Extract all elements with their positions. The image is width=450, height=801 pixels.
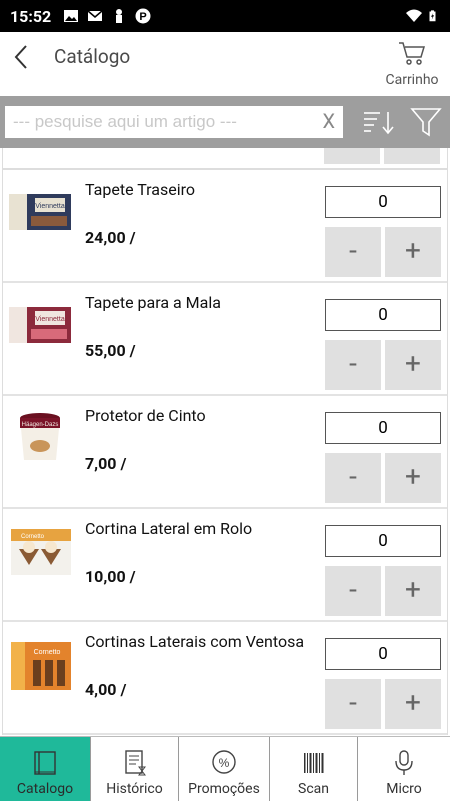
increase-button[interactable]: + — [385, 227, 441, 277]
nav-promocoes[interactable]: % Promoções — [179, 737, 270, 801]
svg-text:Cornetto: Cornetto — [21, 534, 45, 540]
search-input[interactable] — [5, 106, 305, 138]
nav-label: Micro — [386, 781, 422, 797]
product-price: 4,00 / — [85, 680, 127, 699]
svg-text:Cornetto: Cornetto — [34, 649, 61, 656]
sort-icon[interactable] — [362, 108, 396, 136]
quantity-field[interactable]: 0 — [325, 638, 441, 670]
nav-label: Histórico — [106, 781, 163, 797]
increase-button[interactable]: + — [385, 340, 441, 390]
svg-text:P: P — [140, 11, 147, 23]
svg-text:Viennetta: Viennetta — [35, 203, 65, 210]
product-name: Cortina Lateral em Rolo — [85, 519, 253, 538]
decrease-button[interactable]: - — [325, 340, 381, 390]
quantity-field[interactable]: 0 — [325, 412, 441, 444]
decrease-button[interactable]: - — [325, 566, 381, 616]
partial-list-item — [3, 148, 447, 170]
wifi-icon — [406, 9, 422, 22]
product-row[interactable]: Cornetto Cortina Lateral em Rolo 10,00 /… — [3, 509, 447, 622]
mail-icon — [87, 10, 103, 21]
product-row[interactable]: Häagen-Dazs Protetor de Cinto 7,00 / 0 -… — [3, 396, 447, 509]
nav-label: Scan — [298, 781, 329, 797]
cart-label: Carrinho — [385, 72, 439, 88]
product-name: Tapete para a Mala — [85, 293, 221, 312]
nav-micro[interactable]: Micro — [358, 737, 450, 801]
product-image: Cornetto — [11, 642, 71, 690]
product-name: Cortinas Laterais com Ventosa — [85, 632, 305, 651]
product-price: 10,00 / — [85, 567, 136, 586]
plus-button-partial[interactable] — [384, 148, 440, 164]
clear-search-button[interactable]: X — [322, 109, 335, 133]
increase-button[interactable]: + — [385, 566, 441, 616]
svg-text:%: % — [219, 756, 230, 770]
quantity-field[interactable]: 0 — [325, 299, 441, 331]
cart-icon — [399, 42, 426, 65]
svg-text:Viennetta: Viennetta — [35, 316, 65, 323]
product-price: 55,00 / — [85, 341, 136, 360]
increase-button[interactable]: + — [385, 453, 441, 503]
search-field: X — [5, 106, 343, 138]
decrease-button[interactable]: - — [325, 679, 381, 729]
nav-historico[interactable]: Histórico — [91, 737, 179, 801]
cart-button[interactable]: Carrinho — [382, 40, 442, 92]
status-bar: 15:52 P — [0, 0, 450, 32]
microphone-icon — [395, 750, 413, 775]
product-row[interactable]: Viennetta Tapete para a Mala 55,00 / 0 -… — [3, 283, 447, 396]
history-list-icon — [124, 750, 146, 776]
image-icon — [64, 10, 79, 22]
person-icon — [116, 9, 123, 23]
filter-icon[interactable] — [410, 106, 442, 138]
nav-catalogo[interactable]: Catalogo — [0, 737, 91, 801]
product-image: Viennetta — [9, 307, 71, 343]
svg-text:Häagen-Dazs: Häagen-Dazs — [22, 422, 59, 428]
nav-scan[interactable]: Scan — [270, 737, 358, 801]
catalog-book-icon — [34, 751, 56, 775]
discount-icon: % — [212, 750, 236, 774]
product-image: Viennetta — [9, 194, 71, 230]
battery-icon — [429, 10, 436, 22]
nav-label: Promoções — [188, 781, 260, 797]
back-arrow-icon[interactable] — [8, 42, 36, 72]
minus-button-partial[interactable] — [324, 148, 380, 164]
product-name: Protetor de Cinto — [85, 406, 206, 425]
status-time: 15:52 — [10, 6, 52, 26]
quantity-field[interactable]: 0 — [325, 186, 441, 218]
product-name: Tapete Traseiro — [85, 180, 196, 199]
page-title: Catálogo — [54, 45, 131, 68]
bottom-nav: Catalogo Histórico % Promoções Scan Micr… — [0, 736, 450, 801]
decrease-button[interactable]: - — [325, 453, 381, 503]
quantity-field[interactable]: 0 — [325, 525, 441, 557]
barcode-icon — [303, 753, 323, 773]
decrease-button[interactable]: - — [325, 227, 381, 277]
parking-icon: P — [135, 8, 151, 24]
product-row[interactable]: Cornetto Cortinas Laterais com Ventosa 4… — [3, 622, 447, 735]
product-price: 7,00 / — [85, 454, 127, 473]
nav-label: Catalogo — [16, 781, 74, 797]
product-image: Cornetto — [11, 529, 71, 575]
app-header: Catálogo Carrinho — [0, 32, 450, 96]
product-row[interactable]: Viennetta Tapete Traseiro 24,00 / 0 - + — [3, 170, 447, 283]
product-list[interactable]: Viennetta Tapete Traseiro 24,00 / 0 - + … — [0, 148, 450, 736]
search-bar: X — [0, 96, 450, 148]
product-image: Häagen-Dazs — [20, 413, 60, 460]
product-price: 24,00 / — [85, 228, 136, 247]
increase-button[interactable]: + — [385, 679, 441, 729]
